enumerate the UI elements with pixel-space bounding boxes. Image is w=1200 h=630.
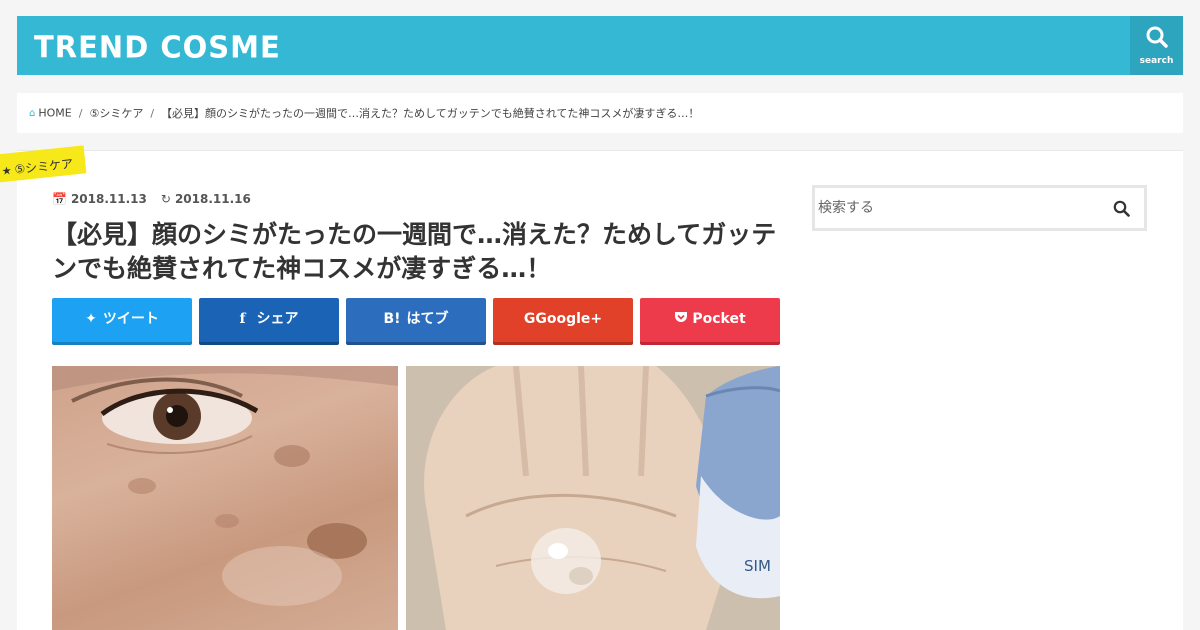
share-hatena-label: はてブ <box>406 311 449 327</box>
sidebar-search-input[interactable] <box>818 196 1098 220</box>
share-google-button[interactable]: GGoogle+ <box>493 298 633 342</box>
share-facebook-button[interactable]: f シェア <box>199 298 339 342</box>
article-title: 【必見】顔のシミがたったの一週間で…消えた？ためしてガッテンでも絶賛されてた神コ… <box>52 220 777 283</box>
breadcrumb-separator: / <box>150 106 155 120</box>
share-pocket-button[interactable]: Pocket <box>640 298 780 342</box>
updated-date: 2018.11.16 <box>174 192 251 206</box>
site-logo[interactable]: TREND COSME <box>34 29 281 65</box>
facebook-icon: f <box>239 311 246 327</box>
published-date: 2018.11.13 <box>70 192 147 206</box>
site-header: TREND COSME search <box>17 16 1183 75</box>
breadcrumb-category[interactable]: ⑤シミケア <box>89 107 143 120</box>
home-icon: ⌂ <box>29 107 36 119</box>
search-icon[interactable] <box>1113 200 1130 217</box>
share-pocket-label: Pocket <box>692 311 746 327</box>
share-twitter-button[interactable]: ✦ ツイート <box>52 298 192 342</box>
share-hatena-button[interactable]: B! はてブ <box>346 298 486 342</box>
twitter-icon: ✦ <box>85 311 97 327</box>
pocket-icon <box>675 312 688 322</box>
article-dates: 📅 2018.11.13 ↻ 2018.11.16 <box>52 192 251 206</box>
share-google-label: Google+ <box>535 311 603 327</box>
article-image-face <box>52 366 398 630</box>
breadcrumb: ⌂ HOME / ⑤シミケア / 【必見】顔のシミがたったの一週間で…消えた？ためしてガッ… <box>17 93 1183 133</box>
share-facebook-label: シェア <box>256 311 299 327</box>
header-search-button[interactable]: search <box>1130 16 1183 75</box>
article-image-hand: SIM <box>406 366 780 630</box>
search-label: search <box>1139 56 1174 66</box>
category-tag-label: ⑤シミケア <box>13 156 74 177</box>
breadcrumb-current: 【必見】顔のシミがたったの一週間で…消えた？ためしてガッテンでも絶賛されてた神コ… <box>161 107 700 120</box>
breadcrumb-separator: / <box>78 106 83 120</box>
calendar-icon: 📅 <box>52 192 67 206</box>
face-photo-illustration <box>52 366 398 606</box>
updated-icon: ↻ <box>160 192 171 206</box>
google-icon: G <box>523 311 536 327</box>
search-icon <box>1146 26 1168 48</box>
share-twitter-label: ツイート <box>102 311 159 327</box>
breadcrumb-home[interactable]: HOME <box>38 107 71 120</box>
sidebar-search <box>812 185 1147 231</box>
hand-photo-illustration: SIM <box>406 366 780 630</box>
svg-text:SIM: SIM <box>744 557 771 575</box>
hatena-icon: B! <box>383 311 401 327</box>
pin-icon: ★ <box>1 164 13 179</box>
